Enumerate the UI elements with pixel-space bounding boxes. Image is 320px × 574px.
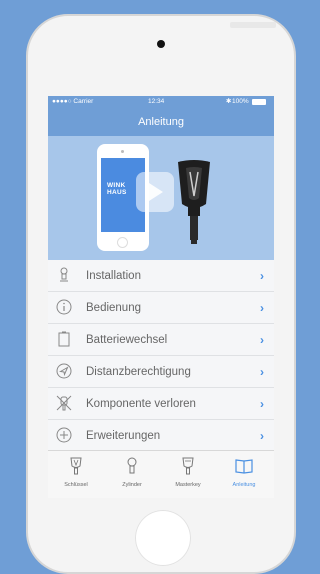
key-icon [70, 457, 82, 475]
app-screen: ●●●●○ Carrier 12:34 ✱ 100% Anleitung WIN… [48, 96, 274, 498]
battery-icon [252, 99, 266, 105]
instruction-menu: Installation › Bedienung › Batteriewechs… [48, 260, 274, 452]
tab-label: Schlüssel [64, 482, 88, 488]
cylinder-icon [60, 267, 68, 282]
cylinder-icon [127, 457, 137, 474]
menu-item-bedienung[interactable]: Bedienung › [48, 292, 274, 324]
location-arrow-icon [56, 363, 72, 379]
battery-percent: 100% [232, 98, 249, 105]
tab-schluessel[interactable]: Schlüssel [48, 451, 104, 498]
tab-anleitung[interactable]: Anleitung [216, 451, 272, 498]
electronic-key-icon [178, 160, 210, 244]
tab-label: Anleitung [232, 482, 256, 488]
hero-illustration: WINK HAUS [48, 136, 274, 260]
tab-masterkey[interactable]: Masterkey [160, 451, 216, 498]
menu-item-label: Installation [86, 270, 141, 282]
device-frame: ●●●●○ Carrier 12:34 ✱ 100% Anleitung WIN… [26, 14, 296, 574]
plus-circle-icon [56, 427, 72, 443]
menu-item-label: Batteriewechsel [86, 334, 168, 346]
battery-icon [58, 331, 70, 347]
bluetooth-icon: ✱ [226, 98, 232, 105]
crossed-key-icon [56, 395, 72, 411]
masterkey-icon [182, 457, 194, 475]
menu-item-batteriewechsel[interactable]: Batteriewechsel › [48, 324, 274, 356]
transmit-arrow-icon [136, 172, 174, 212]
menu-item-installation[interactable]: Installation › [48, 260, 274, 292]
book-icon [235, 459, 253, 474]
tab-zylinder[interactable]: Zylinder [104, 451, 160, 498]
tab-bar: Schlüssel Zylinder Masterkey Anleitung [48, 450, 274, 498]
chevron-right-icon: › [260, 365, 264, 379]
tab-label: Masterkey [175, 482, 201, 488]
page-title: Anleitung [138, 116, 184, 128]
menu-item-label: Komponente verloren [86, 398, 196, 410]
chevron-right-icon: › [260, 301, 264, 315]
volume-button [230, 22, 276, 28]
chevron-right-icon: › [260, 429, 264, 443]
chevron-right-icon: › [260, 269, 264, 283]
status-time: 12:34 [148, 98, 165, 105]
front-camera [157, 40, 165, 48]
menu-item-erweiterungen[interactable]: Erweiterungen › [48, 420, 274, 452]
tab-label: Zylinder [122, 482, 142, 488]
phone-camera-dot [121, 150, 124, 153]
logo-line-1: WINK [107, 182, 126, 189]
chevron-right-icon: › [260, 333, 264, 347]
info-icon [56, 299, 72, 315]
chevron-right-icon: › [260, 397, 264, 411]
brand-logo: WINK HAUS [107, 182, 127, 196]
menu-item-label: Bedienung [86, 302, 141, 314]
logo-line-2: HAUS [107, 189, 127, 196]
home-button[interactable] [135, 510, 191, 566]
menu-item-komponente-verloren[interactable]: Komponente verloren › [48, 388, 274, 420]
status-bar: ●●●●○ Carrier 12:34 ✱ 100% [48, 96, 274, 108]
menu-item-label: Distanzberechtigung [86, 366, 191, 378]
navigation-bar: Anleitung [48, 108, 274, 136]
carrier-label: ●●●●○ Carrier [52, 98, 94, 105]
phone-illustration-home-button [117, 237, 128, 248]
menu-item-distanzberechtigung[interactable]: Distanzberechtigung › [48, 356, 274, 388]
menu-item-label: Erweiterungen [86, 430, 161, 442]
